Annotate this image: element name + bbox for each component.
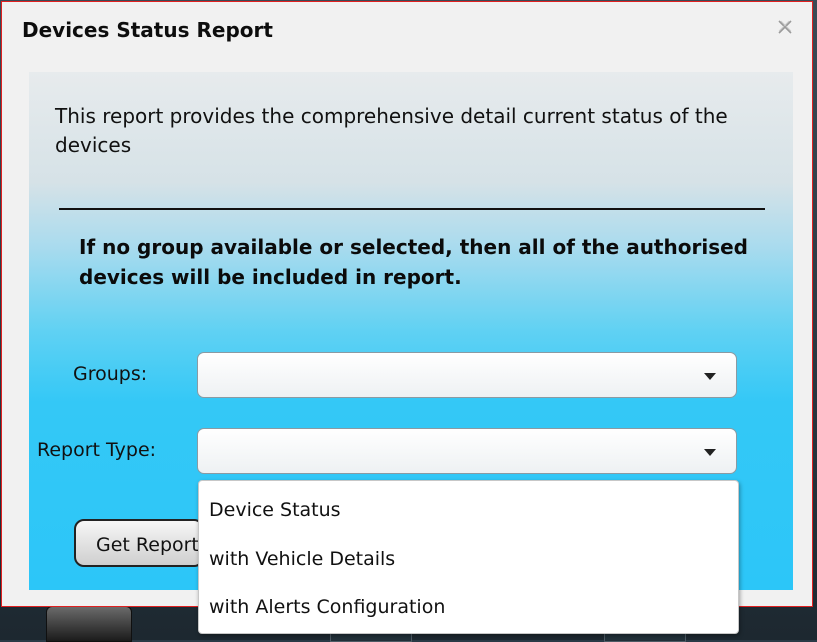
groups-select[interactable]: [197, 352, 737, 398]
dialog-title: Devices Status Report: [22, 18, 273, 42]
option-with-vehicle-details[interactable]: with Vehicle Details: [199, 534, 738, 582]
chevron-down-icon[interactable]: [704, 373, 716, 380]
option-device-status[interactable]: Device Status: [199, 485, 738, 533]
option-label: with Alerts Configuration: [209, 596, 446, 618]
option-with-alerts-configuration[interactable]: with Alerts Configuration: [199, 582, 738, 630]
report-type-label: Report Type:: [37, 439, 157, 461]
chevron-down-icon[interactable]: [704, 449, 716, 456]
option-label: Device Status: [209, 499, 341, 521]
report-description: This report provides the comprehensive d…: [55, 104, 728, 157]
background-control: [46, 606, 132, 642]
get-report-label: Get Report: [96, 534, 199, 556]
get-report-button[interactable]: Get Report: [74, 519, 204, 567]
close-icon[interactable]: [776, 18, 794, 36]
report-type-dropdown-list: Device Status with Vehicle Details with …: [198, 480, 739, 634]
report-type-select[interactable]: [197, 428, 737, 474]
divider: [59, 208, 765, 210]
option-label: with Vehicle Details: [209, 548, 396, 570]
groups-label: Groups:: [73, 363, 148, 385]
dialog-titlebar: Devices Status Report: [2, 2, 812, 54]
report-note: If no group available or selected, then …: [79, 235, 748, 289]
devices-status-report-dialog: Devices Status Report This report provid…: [1, 1, 813, 634]
